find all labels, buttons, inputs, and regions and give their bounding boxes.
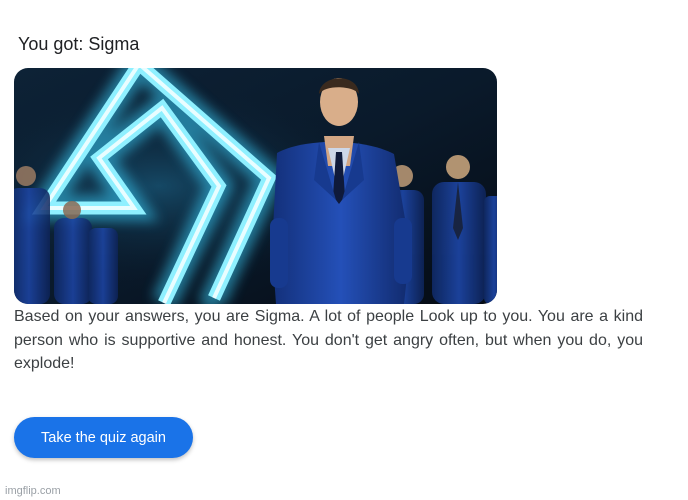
result-description: Based on your answers, you are Sigma. A … (14, 308, 643, 372)
result-image (14, 68, 497, 304)
result-title: You got: Sigma (18, 34, 140, 54)
take-quiz-again-button[interactable]: Take the quiz again (14, 417, 193, 458)
watermark: imgflip.com (5, 485, 61, 497)
